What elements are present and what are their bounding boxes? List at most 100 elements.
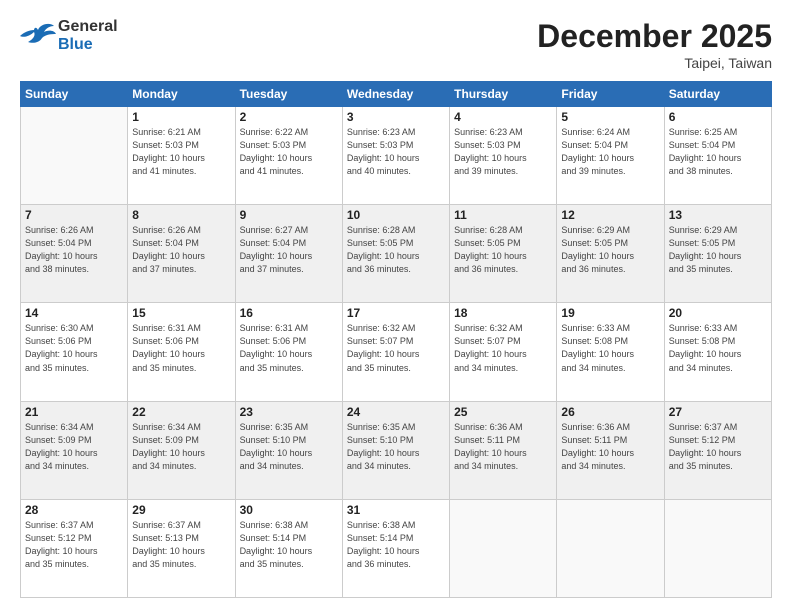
- day-number: 4: [454, 110, 552, 124]
- weekday-header-saturday: Saturday: [664, 82, 771, 107]
- day-info: Sunrise: 6:38 AM Sunset: 5:14 PM Dayligh…: [347, 519, 445, 571]
- day-number: 6: [669, 110, 767, 124]
- day-info: Sunrise: 6:31 AM Sunset: 5:06 PM Dayligh…: [240, 322, 338, 374]
- day-info: Sunrise: 6:25 AM Sunset: 5:04 PM Dayligh…: [669, 126, 767, 178]
- day-info: Sunrise: 6:37 AM Sunset: 5:12 PM Dayligh…: [25, 519, 123, 571]
- calendar-day-cell: 26 Sunrise: 6:36 AM Sunset: 5:11 PM Dayli…: [557, 401, 664, 499]
- day-info: Sunrise: 6:38 AM Sunset: 5:14 PM Dayligh…: [240, 519, 338, 571]
- day-info: Sunrise: 6:23 AM Sunset: 5:03 PM Dayligh…: [454, 126, 552, 178]
- calendar-day-cell: 7 Sunrise: 6:26 AM Sunset: 5:04 PM Daylig…: [21, 205, 128, 303]
- day-info: Sunrise: 6:29 AM Sunset: 5:05 PM Dayligh…: [561, 224, 659, 276]
- logo: General Blue: [20, 18, 118, 53]
- day-number: 30: [240, 503, 338, 517]
- calendar-day-cell: 31 Sunrise: 6:38 AM Sunset: 5:14 PM Dayli…: [342, 499, 449, 597]
- day-number: 31: [347, 503, 445, 517]
- weekday-header-wednesday: Wednesday: [342, 82, 449, 107]
- logo-general: General: [58, 18, 118, 35]
- day-info: Sunrise: 6:35 AM Sunset: 5:10 PM Dayligh…: [347, 421, 445, 473]
- day-number: 3: [347, 110, 445, 124]
- day-number: 13: [669, 208, 767, 222]
- calendar-day-cell: 16 Sunrise: 6:31 AM Sunset: 5:06 PM Dayli…: [235, 303, 342, 401]
- day-number: 5: [561, 110, 659, 124]
- main-title: December 2025: [537, 18, 772, 55]
- day-info: Sunrise: 6:37 AM Sunset: 5:12 PM Dayligh…: [669, 421, 767, 473]
- day-number: 1: [132, 110, 230, 124]
- day-number: 26: [561, 405, 659, 419]
- calendar-day-cell: 28 Sunrise: 6:37 AM Sunset: 5:12 PM Dayli…: [21, 499, 128, 597]
- day-number: 18: [454, 306, 552, 320]
- day-number: 28: [25, 503, 123, 517]
- day-info: Sunrise: 6:35 AM Sunset: 5:10 PM Dayligh…: [240, 421, 338, 473]
- calendar-day-cell: 18 Sunrise: 6:32 AM Sunset: 5:07 PM Dayli…: [450, 303, 557, 401]
- calendar-day-cell: 1 Sunrise: 6:21 AM Sunset: 5:03 PM Daylig…: [128, 107, 235, 205]
- day-number: 7: [25, 208, 123, 222]
- day-info: Sunrise: 6:21 AM Sunset: 5:03 PM Dayligh…: [132, 126, 230, 178]
- day-info: Sunrise: 6:31 AM Sunset: 5:06 PM Dayligh…: [132, 322, 230, 374]
- calendar-day-cell: [21, 107, 128, 205]
- day-info: Sunrise: 6:26 AM Sunset: 5:04 PM Dayligh…: [25, 224, 123, 276]
- day-number: 8: [132, 208, 230, 222]
- day-info: Sunrise: 6:36 AM Sunset: 5:11 PM Dayligh…: [454, 421, 552, 473]
- day-info: Sunrise: 6:22 AM Sunset: 5:03 PM Dayligh…: [240, 126, 338, 178]
- day-info: Sunrise: 6:24 AM Sunset: 5:04 PM Dayligh…: [561, 126, 659, 178]
- calendar-day-cell: 11 Sunrise: 6:28 AM Sunset: 5:05 PM Dayli…: [450, 205, 557, 303]
- calendar-day-cell: 3 Sunrise: 6:23 AM Sunset: 5:03 PM Daylig…: [342, 107, 449, 205]
- calendar-day-cell: 17 Sunrise: 6:32 AM Sunset: 5:07 PM Dayli…: [342, 303, 449, 401]
- calendar-day-cell: [450, 499, 557, 597]
- calendar-day-cell: 10 Sunrise: 6:28 AM Sunset: 5:05 PM Dayli…: [342, 205, 449, 303]
- day-info: Sunrise: 6:34 AM Sunset: 5:09 PM Dayligh…: [132, 421, 230, 473]
- weekday-header-thursday: Thursday: [450, 82, 557, 107]
- day-info: Sunrise: 6:29 AM Sunset: 5:05 PM Dayligh…: [669, 224, 767, 276]
- calendar-day-cell: [557, 499, 664, 597]
- calendar-day-cell: 30 Sunrise: 6:38 AM Sunset: 5:14 PM Dayli…: [235, 499, 342, 597]
- weekday-header-friday: Friday: [557, 82, 664, 107]
- header: General Blue December 2025 Taipei, Taiwa…: [20, 18, 772, 71]
- calendar-day-cell: 24 Sunrise: 6:35 AM Sunset: 5:10 PM Dayli…: [342, 401, 449, 499]
- calendar-week-row: 21 Sunrise: 6:34 AM Sunset: 5:09 PM Dayli…: [21, 401, 772, 499]
- calendar-day-cell: 22 Sunrise: 6:34 AM Sunset: 5:09 PM Dayli…: [128, 401, 235, 499]
- day-info: Sunrise: 6:28 AM Sunset: 5:05 PM Dayligh…: [347, 224, 445, 276]
- bird-icon: [20, 22, 56, 50]
- calendar-day-cell: 29Sunrise: 6:37 AM Sunset: 5:13 PM Dayli…: [128, 499, 235, 597]
- calendar-day-cell: 21 Sunrise: 6:34 AM Sunset: 5:09 PM Dayli…: [21, 401, 128, 499]
- calendar-day-cell: 23Sunrise: 6:35 AM Sunset: 5:10 PM Dayli…: [235, 401, 342, 499]
- day-info: Sunrise: 6:32 AM Sunset: 5:07 PM Dayligh…: [347, 322, 445, 374]
- sub-title: Taipei, Taiwan: [537, 55, 772, 71]
- calendar-day-cell: 15 Sunrise: 6:31 AM Sunset: 5:06 PM Dayli…: [128, 303, 235, 401]
- day-info: Sunrise: 6:30 AM Sunset: 5:06 PM Dayligh…: [25, 322, 123, 374]
- calendar-table: SundayMondayTuesdayWednesdayThursdayFrid…: [20, 81, 772, 598]
- day-number: 24: [347, 405, 445, 419]
- day-info: Sunrise: 6:37 AM Sunset: 5:13 PM Dayligh…: [132, 519, 230, 571]
- day-number: 22: [132, 405, 230, 419]
- calendar-day-cell: 2Sunrise: 6:22 AM Sunset: 5:03 PM Daylig…: [235, 107, 342, 205]
- day-number: 11: [454, 208, 552, 222]
- calendar-day-cell: 14Sunrise: 6:30 AM Sunset: 5:06 PM Dayli…: [21, 303, 128, 401]
- logo-blue: Blue: [58, 36, 118, 54]
- day-info: Sunrise: 6:32 AM Sunset: 5:07 PM Dayligh…: [454, 322, 552, 374]
- day-info: Sunrise: 6:34 AM Sunset: 5:09 PM Dayligh…: [25, 421, 123, 473]
- day-number: 16: [240, 306, 338, 320]
- calendar-day-cell: 5 Sunrise: 6:24 AM Sunset: 5:04 PM Daylig…: [557, 107, 664, 205]
- day-info: Sunrise: 6:23 AM Sunset: 5:03 PM Dayligh…: [347, 126, 445, 178]
- calendar-day-cell: 8Sunrise: 6:26 AM Sunset: 5:04 PM Daylig…: [128, 205, 235, 303]
- day-info: Sunrise: 6:36 AM Sunset: 5:11 PM Dayligh…: [561, 421, 659, 473]
- calendar-day-cell: 4 Sunrise: 6:23 AM Sunset: 5:03 PM Daylig…: [450, 107, 557, 205]
- calendar-week-row: 1 Sunrise: 6:21 AM Sunset: 5:03 PM Daylig…: [21, 107, 772, 205]
- day-info: Sunrise: 6:28 AM Sunset: 5:05 PM Dayligh…: [454, 224, 552, 276]
- day-number: 21: [25, 405, 123, 419]
- calendar-day-cell: 25 Sunrise: 6:36 AM Sunset: 5:11 PM Dayli…: [450, 401, 557, 499]
- day-number: 15: [132, 306, 230, 320]
- weekday-header-row: SundayMondayTuesdayWednesdayThursdayFrid…: [21, 82, 772, 107]
- calendar-day-cell: 20Sunrise: 6:33 AM Sunset: 5:08 PM Dayli…: [664, 303, 771, 401]
- day-number: 17: [347, 306, 445, 320]
- day-info: Sunrise: 6:33 AM Sunset: 5:08 PM Dayligh…: [669, 322, 767, 374]
- calendar-day-cell: [664, 499, 771, 597]
- day-number: 12: [561, 208, 659, 222]
- calendar-week-row: 14Sunrise: 6:30 AM Sunset: 5:06 PM Dayli…: [21, 303, 772, 401]
- day-number: 9: [240, 208, 338, 222]
- calendar-week-row: 28 Sunrise: 6:37 AM Sunset: 5:12 PM Dayli…: [21, 499, 772, 597]
- day-number: 25: [454, 405, 552, 419]
- calendar-day-cell: 12 Sunrise: 6:29 AM Sunset: 5:05 PM Dayli…: [557, 205, 664, 303]
- day-number: 10: [347, 208, 445, 222]
- calendar-day-cell: 13 Sunrise: 6:29 AM Sunset: 5:05 PM Dayli…: [664, 205, 771, 303]
